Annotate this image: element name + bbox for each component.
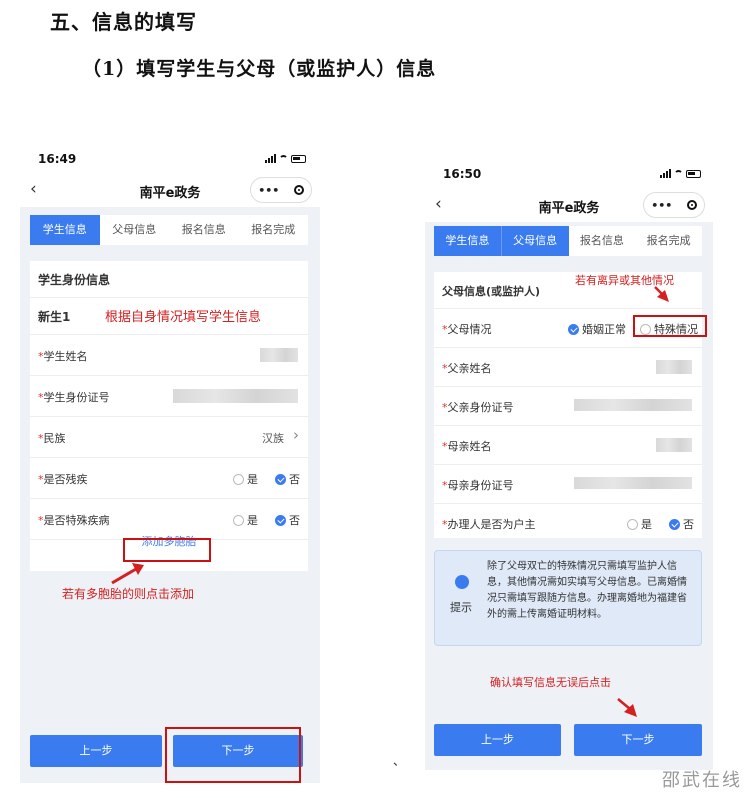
tab-enroll-info[interactable]: 报名信息 [569,226,636,256]
next-step-button[interactable]: 下一步 [574,724,702,756]
father-name-row[interactable]: *父亲姓名 [434,348,702,387]
step-tabs: 学生信息 父母信息 报名信息 报名完成 [434,226,702,256]
tab-parent-info[interactable]: 父母信息 [500,226,569,256]
student-id-row[interactable]: *学生身份证号 [30,376,308,417]
mother-id-label: 母亲身份证号 [447,479,514,492]
tip-box: 提示 除了父母双亡的特殊情况只需填写监护人信息，其他情况需如实填写父母信息。已离… [434,550,702,646]
annotation-fill-student: 根据自身情况填写学生信息 [105,310,262,325]
red-arrow-icon [617,698,637,717]
right-phone-screenshot: 16:50 ‹ 南平e政务 ••• 学生信息 父母信息 报名信息 报名完成 父母… [425,158,713,770]
section-header-row: 学生身份信息 [30,261,308,298]
father-id-value-blurred[interactable] [574,399,692,411]
student-form-card: 学生身份信息 新生1 根据自身情况填写学生信息 *学生姓名 *学生身份证号 *民… [30,261,308,571]
nav-bar: ‹ 南平e政务 ••• [425,188,713,222]
annotation-confirm: 确认填写信息无误后点击 [490,676,611,689]
status-bar: 16:49 [20,143,320,173]
father-id-label: 父亲身份证号 [447,401,514,414]
new-student-row: 新生1 根据自身情况填写学生信息 [30,298,308,335]
mother-name-label: 母亲姓名 [447,440,492,453]
ethnicity-row[interactable]: *民族 汉族 › [30,417,308,458]
red-arrow-icon [654,286,669,302]
highlight-add-twins [123,538,211,562]
wifi-icon [279,155,288,163]
doc-heading-1: 五、信息的填写 [50,10,197,34]
prev-step-button[interactable]: 上一步 [434,724,561,756]
prev-step-button[interactable]: 上一步 [30,735,162,767]
status-time: 16:50 [443,167,482,181]
annotation-add-twins: 若有多胞胎的则点击添加 [62,587,195,601]
mother-name-row[interactable]: *母亲姓名 [434,426,702,465]
tab-student-info[interactable]: 学生信息 [30,215,100,245]
doc-heading-2: （1）填写学生与父母（或监护人）信息 [82,58,437,80]
wifi-icon [674,170,683,178]
tab-student-info[interactable]: 学生信息 [434,226,501,256]
red-arrow-icon [111,563,144,585]
step-tabs: 学生信息 父母信息 报名信息 报名完成 [30,215,308,245]
student-name-label: 学生姓名 [43,350,88,363]
battery-icon [291,155,306,163]
father-name-value-blurred[interactable] [656,360,692,374]
miniapp-capsule[interactable]: ••• [250,177,312,203]
father-name-label: 父亲姓名 [447,362,492,375]
status-icons [265,154,306,163]
highlight-next-step [165,727,301,783]
signal-icon [660,169,671,178]
disabled-yes-radio[interactable]: 是 [233,471,258,487]
tab-enroll-done[interactable]: 报名完成 [635,226,702,256]
status-time: 16:49 [38,152,77,166]
stray-mark: 、 [393,754,406,768]
mother-id-row[interactable]: *母亲身份证号 [434,465,702,504]
householder-yes-radio[interactable]: 是 [627,516,652,532]
left-phone-screenshot: 16:49 ‹ 南平e政务 ••• 学生信息 父母信息 报名信息 报名完成 学生… [20,143,320,783]
householder-no-radio[interactable]: 否 [669,516,694,532]
student-id-value-blurred[interactable] [173,389,298,403]
status-bar: 16:50 [425,158,713,188]
student-name-value-blurred[interactable] [260,348,298,362]
nav-bar: ‹ 南平e政务 ••• [20,173,320,207]
miniapp-capsule[interactable]: ••• [643,192,705,218]
householder-row: *办理人是否为户主 是 否 [434,504,702,542]
disabled-label: 是否残疾 [43,473,88,486]
mother-name-value-blurred[interactable] [656,438,692,452]
status-icons [660,169,701,178]
father-id-row[interactable]: *父亲身份证号 [434,387,702,426]
parent-status-label: 父母情况 [447,323,492,336]
marriage-normal-radio[interactable]: 婚姻正常 [568,321,626,337]
section-title: 学生身份信息 [38,273,111,287]
tab-enroll-info[interactable]: 报名信息 [169,215,239,245]
disabled-no-radio[interactable]: 否 [275,471,300,487]
special-disease-yes-radio[interactable]: 是 [233,512,258,528]
ethnicity-label: 民族 [43,432,66,445]
tip-label: 提示 [450,601,472,614]
parent-form-card: 父母信息(或监护人) *父母情况 婚姻正常 特殊情况 *父亲姓名 *父亲身份证号… [434,272,702,538]
disabled-row: *是否残疾 是 否 [30,458,308,499]
more-icon[interactable]: ••• [651,199,672,212]
tip-text: 除了父母双亡的特殊情况只需填写监护人信息，其他情况需如实填写父母信息。已离婚情况… [487,561,687,620]
householder-label: 办理人是否为户主 [447,518,536,531]
section-title: 父母信息(或监护人) [442,285,541,298]
highlight-special-case [633,315,707,337]
mother-id-value-blurred[interactable] [574,477,692,489]
battery-icon [686,170,701,178]
close-miniapp-icon[interactable] [293,185,304,195]
ethnicity-value[interactable]: 汉族 [262,430,284,446]
tab-parent-info[interactable]: 父母信息 [100,215,170,245]
special-disease-label: 是否特殊疾病 [43,514,110,527]
close-miniapp-icon[interactable] [686,200,697,210]
chevron-right-icon[interactable]: › [293,426,299,444]
tab-enroll-done[interactable]: 报名完成 [239,215,309,245]
student-id-label: 学生身份证号 [43,391,110,404]
lightbulb-icon [455,575,469,589]
more-icon[interactable]: ••• [258,184,279,197]
signal-icon [265,154,276,163]
new-student-label: 新生1 [38,310,71,324]
watermark: 邵武在线 [662,770,742,791]
student-name-row[interactable]: *学生姓名 [30,335,308,376]
special-disease-no-radio[interactable]: 否 [275,512,300,528]
